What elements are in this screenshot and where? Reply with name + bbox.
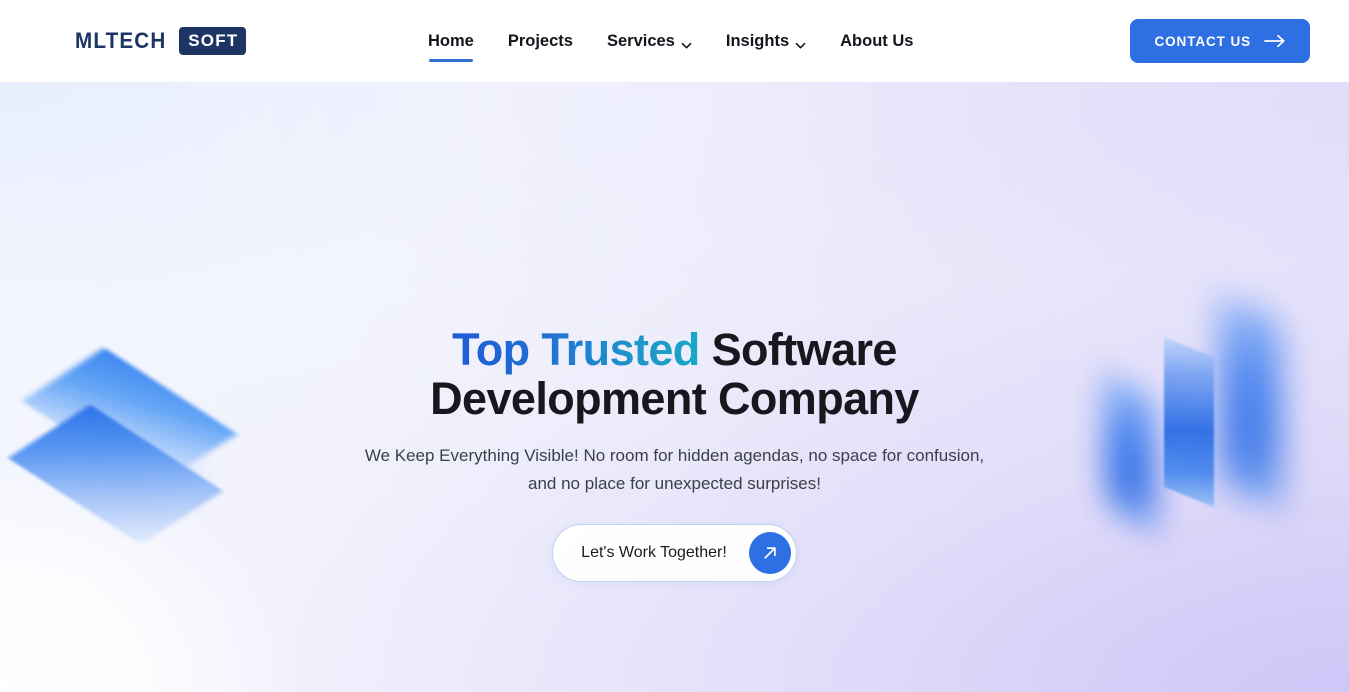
headline-highlight: Top Trusted: [452, 324, 700, 375]
logo-badge: SOFT: [179, 27, 247, 55]
site-header: MLTECH SOFT Home Projects Services Insig…: [0, 0, 1349, 82]
main-navigation: Home Projects Services Insights About Us: [428, 0, 913, 82]
logo-text: MLTECH: [75, 28, 167, 53]
nav-item-label: Insights: [725, 31, 790, 50]
nav-item-label: About Us: [840, 31, 914, 50]
lets-work-together-button[interactable]: Let's Work Together!: [552, 524, 797, 582]
arrow-right-icon: [1264, 34, 1286, 48]
arrow-up-right-icon: [748, 532, 791, 574]
page-root: MLTECH SOFT Home Projects Services Insig…: [0, 0, 1349, 692]
nav-item-about-us[interactable]: About Us: [840, 0, 913, 82]
nav-item-services[interactable]: Services: [607, 0, 692, 82]
nav-item-label: Services: [606, 31, 675, 50]
nav-item-label: Projects: [507, 31, 573, 50]
chevron-down-icon: [795, 37, 806, 48]
contact-us-button[interactable]: CONTACT US: [1129, 19, 1310, 63]
hero-subheadline: We Keep Everything Visible! No room for …: [364, 446, 985, 493]
page-title: Top Trusted Software Development Company: [355, 325, 995, 423]
hero-section: Top Trusted Software Development Company…: [0, 82, 1349, 692]
cta-label: Let's Work Together!: [581, 544, 727, 561]
contact-us-label: CONTACT US: [1154, 33, 1251, 49]
nav-item-label: Home: [428, 31, 474, 50]
nav-item-home[interactable]: Home: [428, 0, 474, 82]
logo[interactable]: MLTECH SOFT: [75, 27, 247, 55]
nav-item-projects[interactable]: Projects: [508, 0, 573, 82]
nav-item-insights[interactable]: Insights: [726, 0, 806, 82]
chevron-down-icon: [681, 37, 692, 48]
